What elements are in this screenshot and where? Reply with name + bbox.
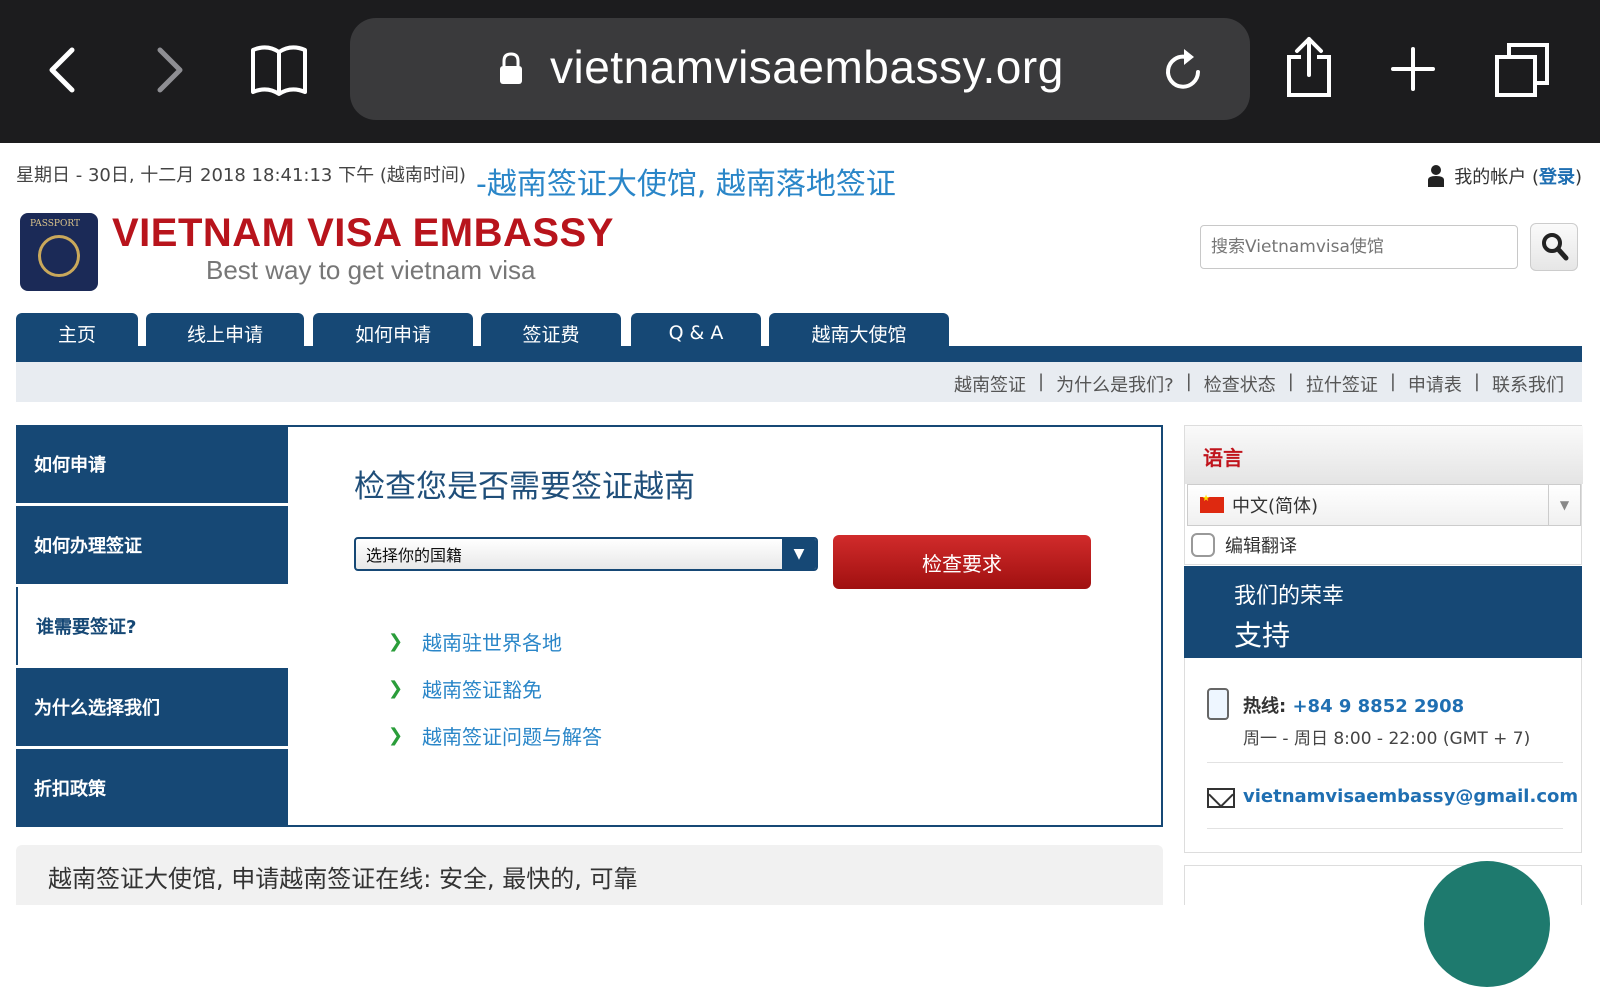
menu-who-needs-visa[interactable]: 谁需要签证? [16, 587, 288, 665]
account-area: 我的帐户 (登录) [1428, 163, 1582, 192]
subnav-check-status[interactable]: 检查状态 [1198, 371, 1282, 397]
subnav-application-form[interactable]: 申请表 [1402, 371, 1468, 397]
bookmarks-icon[interactable] [248, 40, 310, 100]
subnav-separator: | [1473, 371, 1480, 392]
language-select[interactable]: 中文(简体) ▼ [1187, 484, 1581, 526]
tab-visa-fee[interactable]: 签证费 [481, 313, 621, 353]
left-menu: 如何申请 如何办理签证 谁需要签证? 为什么选择我们 折扣政策 [16, 425, 288, 827]
eagle-seal-icon [38, 235, 80, 277]
link-visa-faq[interactable]: ❯ 越南签证问题与解答 [388, 721, 602, 750]
menu-how-to-apply[interactable]: 如何申请 [16, 425, 288, 503]
reload-icon[interactable] [1162, 46, 1206, 98]
mail-icon [1207, 788, 1235, 808]
support-subtitle: 支持 [1234, 619, 1291, 652]
logo-tagline: Best way to get vietnam visa [206, 255, 536, 285]
tab-embassy[interactable]: 越南大使馆 [769, 313, 949, 353]
chat-bubble-icon[interactable] [1424, 861, 1550, 987]
divider [1207, 828, 1563, 829]
edit-translation-label: 编辑翻译 [1225, 536, 1297, 557]
site-title[interactable]: -越南签证大使馆, 越南落地签证 [476, 159, 896, 203]
language-title: 语言 [1203, 446, 1243, 470]
user-icon [1428, 164, 1445, 192]
lock-icon [498, 52, 524, 90]
chevron-down-icon: ▼ [1548, 485, 1580, 525]
hotline-label: 热线: [1243, 696, 1293, 717]
support-title: 我们的荣幸 [1234, 584, 1345, 609]
tab-qa[interactable]: Q & A [631, 313, 761, 353]
account-close: ) [1574, 167, 1582, 188]
panel-title: 检查您是否需要签证越南 [354, 469, 695, 505]
link-embassies-worldwide[interactable]: ❯ 越南驻世界各地 [388, 627, 562, 656]
tabs-icon[interactable] [1492, 40, 1552, 100]
subnav-separator: | [1185, 371, 1192, 392]
chevron-right-icon: ❯ [388, 678, 404, 699]
url-text: vietnamvisaembassy.org [550, 41, 1064, 93]
tab-how-to-apply[interactable]: 如何申请 [313, 313, 473, 353]
sub-navigation: 越南签证 | 为什么是我们? | 检查状态 | 拉什签证 | 申请表 | 联系我… [16, 362, 1582, 402]
menu-discount-policy[interactable]: 折扣政策 [16, 749, 288, 827]
tab-home[interactable]: 主页 [16, 313, 138, 353]
hotline: 热线: +84 9 8852 2908 [1243, 692, 1464, 718]
web-page: 星期日 - 30日, 十二月 2018 18:41:13 下午 (越南时间) -… [0, 143, 1600, 987]
business-hours: 周一 - 周日 8:00 - 22:00 (GMT + 7) [1243, 729, 1531, 749]
chevron-right-icon: ❯ [388, 631, 404, 652]
subnav-separator: | [1038, 371, 1045, 392]
support-banner: 我们的荣幸 支持 [1184, 566, 1582, 658]
edit-translation-row[interactable]: 编辑翻译 [1191, 532, 1297, 558]
intro-text: 越南签证大使馆, 申请越南签证在线: 安全, 最快的, 可靠 [48, 865, 638, 893]
nationality-select-value: 选择你的国籍 [366, 546, 463, 565]
link-visa-exemption[interactable]: ❯ 越南签证豁免 [388, 674, 542, 703]
logo-passport-text: PASSPORT [30, 219, 80, 229]
language-value: 中文(简体) [1232, 496, 1319, 517]
language-header: 语言 [1185, 426, 1583, 484]
link-label: 越南签证问题与解答 [422, 725, 602, 749]
passport-logo[interactable]: PASSPORT [20, 213, 98, 291]
menu-why-choose-us[interactable]: 为什么选择我们 [16, 668, 288, 746]
new-tab-icon[interactable] [1388, 44, 1438, 94]
chevron-down-icon: ▼ [782, 539, 816, 569]
link-label: 越南签证豁免 [422, 678, 542, 702]
check-requirements-button[interactable]: 检查要求 [833, 535, 1091, 589]
logo-title[interactable]: VIETNAM VISA EMBASSY [112, 211, 614, 256]
search-input[interactable] [1200, 225, 1518, 269]
login-link[interactable]: 登录 [1539, 167, 1575, 188]
subnav-vietnam-visa[interactable]: 越南签证 [948, 371, 1032, 397]
phone-icon [1207, 688, 1229, 720]
search-icon [1541, 232, 1569, 266]
subnav-contact-us[interactable]: 联系我们 [1486, 371, 1570, 397]
contact-box: 热线: +84 9 8852 2908 周一 - 周日 8:00 - 22:00… [1184, 658, 1582, 853]
divider [1207, 762, 1563, 763]
language-box: 语言 中文(简体) ▼ 编辑翻译 [1184, 425, 1583, 565]
forward-icon[interactable] [148, 42, 192, 98]
share-icon[interactable] [1284, 34, 1334, 100]
visa-check-panel: 检查您是否需要签证越南 选择你的国籍 ▼ 检查要求 ❯ 越南驻世界各地 ❯ 越南… [288, 425, 1163, 827]
email-link[interactable]: vietnamvisaembassy@gmail.com [1243, 786, 1578, 807]
browser-toolbar: vietnamvisaembassy.org [0, 0, 1600, 143]
subnav-rush-visa[interactable]: 拉什签证 [1300, 371, 1384, 397]
account-label: 我的帐户 ( [1454, 167, 1539, 188]
tab-apply-online[interactable]: 线上申请 [146, 313, 304, 353]
link-label: 越南驻世界各地 [422, 631, 562, 655]
url-bar[interactable]: vietnamvisaembassy.org [350, 18, 1250, 120]
intro-banner: 越南签证大使馆, 申请越南签证在线: 安全, 最快的, 可靠 [16, 845, 1163, 905]
subnav-separator: | [1389, 371, 1396, 392]
chevron-right-icon: ❯ [388, 725, 404, 746]
subnav-why-us[interactable]: 为什么是我们? [1050, 371, 1180, 397]
menu-how-to-get-visa[interactable]: 如何办理签证 [16, 506, 288, 584]
china-flag-icon [1200, 494, 1224, 513]
back-icon[interactable] [40, 42, 84, 98]
subnav-separator: | [1287, 371, 1294, 392]
search-button[interactable] [1530, 223, 1578, 271]
date-line: 星期日 - 30日, 十二月 2018 18:41:13 下午 (越南时间) [16, 165, 466, 186]
edit-translation-checkbox[interactable] [1191, 533, 1215, 557]
nationality-select[interactable]: 选择你的国籍 ▼ [354, 537, 818, 571]
hotline-number[interactable]: +84 9 8852 2908 [1292, 696, 1464, 717]
